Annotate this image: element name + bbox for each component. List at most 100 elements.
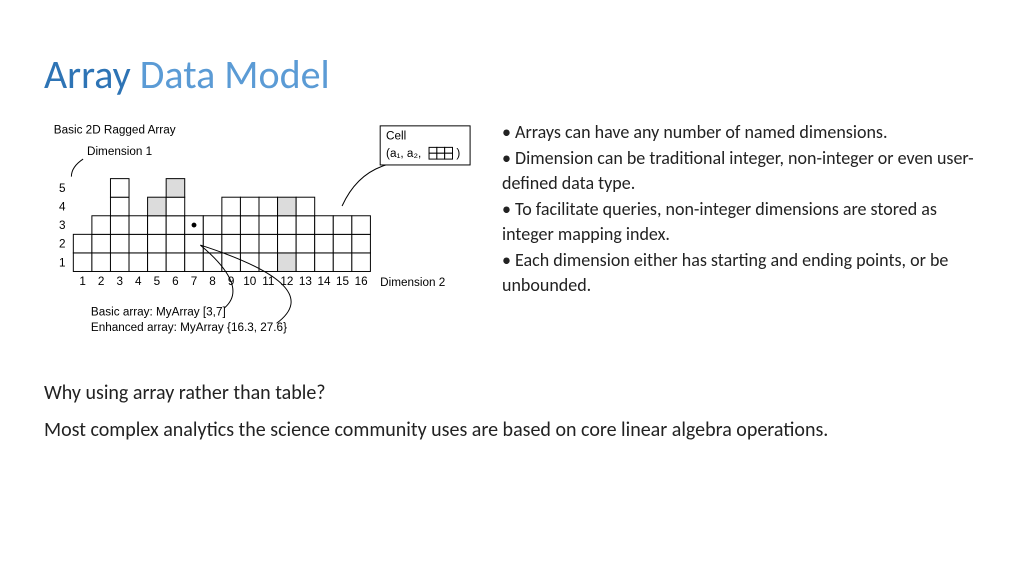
content-row: Basic 2D Ragged Array Dimension 1 Cell (…	[44, 120, 980, 364]
grid-cell	[166, 197, 185, 216]
bullet-text: Each dimension either has starting and e…	[502, 249, 948, 297]
grid-cell	[259, 253, 278, 272]
x-tick: 6	[172, 275, 179, 288]
cell-legend-coords: (a₁, a₂,	[386, 147, 421, 160]
grid-cell	[129, 216, 148, 235]
x-tick: 5	[154, 275, 161, 288]
grid-cell	[166, 216, 185, 235]
diagram-footer-1: Basic array: MyArray [3,7]	[91, 305, 226, 318]
diagram-footer-2: Enhanced array: MyArray {16.3, 27.6}	[91, 321, 287, 334]
grid-cell	[148, 216, 167, 235]
slide-title: Array Data Model	[44, 52, 980, 98]
grid-cell	[166, 179, 185, 198]
grid-cell	[315, 234, 334, 253]
x-ticks: 12345678910111213141516	[79, 275, 367, 288]
grid-cell	[259, 216, 278, 235]
diagram-svg: Basic 2D Ragged Array Dimension 1 Cell (…	[44, 120, 474, 364]
y-tick: 1	[59, 256, 66, 269]
grid-cell	[278, 197, 297, 216]
diagram-header: Basic 2D Ragged Array	[54, 124, 176, 137]
grid-cell	[333, 253, 352, 272]
x-tick: 16	[355, 275, 368, 288]
grid-cell	[315, 216, 334, 235]
qa-block: Why using array rather than table? Most …	[44, 380, 980, 444]
grid-cell	[185, 234, 204, 253]
grid-cell	[278, 253, 297, 272]
title-emphasis-2: Data Model	[131, 50, 330, 99]
grid-cell	[129, 253, 148, 272]
grid-cell	[222, 216, 241, 235]
x-tick: 2	[98, 275, 105, 288]
slide: Array Data Model Basic 2D Ragged Array D…	[0, 0, 1024, 576]
bullet-item: • Dimension can be traditional integer, …	[502, 146, 980, 197]
grid-cell	[222, 197, 241, 216]
x-tick: 15	[336, 275, 350, 288]
grid-cell	[333, 216, 352, 235]
bullet-list: • Arrays can have any number of named di…	[502, 120, 980, 299]
grid-cell	[148, 234, 167, 253]
cell-legend-pointer	[342, 165, 386, 206]
grid-cell	[92, 216, 111, 235]
grid-cell	[296, 234, 315, 253]
diagram: Basic 2D Ragged Array Dimension 1 Cell (…	[44, 120, 474, 364]
x-tick: 1	[79, 275, 86, 288]
grid-cell	[148, 197, 167, 216]
bullet-item: • Each dimension either has starting and…	[502, 248, 980, 299]
bullet-text: To facilitate queries, non-integer dimen…	[502, 198, 937, 246]
grid-cell	[73, 253, 92, 272]
grid-cell	[203, 216, 222, 235]
x-tick: 7	[191, 275, 198, 288]
bullet-item: • Arrays can have any number of named di…	[502, 120, 980, 146]
bullet-text: Arrays can have any number of named dime…	[515, 121, 887, 143]
cell-legend: Cell (a₁, a₂, )	[342, 126, 470, 206]
x-tick: 13	[299, 275, 312, 288]
grid-cell	[110, 179, 129, 198]
grid-cell	[259, 234, 278, 253]
grid-cell	[278, 216, 297, 235]
ragged-grid	[73, 179, 370, 272]
grid-cell	[73, 234, 92, 253]
grid-cell	[352, 253, 371, 272]
x-tick: 14	[317, 275, 331, 288]
grid-cell	[259, 197, 278, 216]
qa-answer: Most complex analytics the science commu…	[44, 417, 980, 444]
grid-cell	[110, 253, 129, 272]
y-tick: 2	[59, 238, 66, 251]
title-emphasis-1: Array	[44, 50, 131, 99]
x-tick: 8	[209, 275, 216, 288]
cell-legend-tail: )	[456, 147, 460, 160]
grid-cell	[185, 253, 204, 272]
grid-cell	[278, 234, 297, 253]
dim1-pointer	[71, 159, 83, 177]
bullet-text: Dimension can be traditional integer, no…	[502, 147, 974, 195]
grid-cell	[148, 253, 167, 272]
grid-cell	[92, 234, 111, 253]
grid-cell	[129, 234, 148, 253]
grid-cell	[296, 197, 315, 216]
grid-cell	[92, 253, 111, 272]
pointer-dot	[192, 223, 197, 228]
grid-cell	[110, 216, 129, 235]
grid-cell	[240, 253, 259, 272]
bullet-item: • To facilitate queries, non-integer dim…	[502, 197, 980, 248]
grid-cell	[222, 234, 241, 253]
grid-cell	[240, 234, 259, 253]
y-tick: 5	[59, 182, 66, 195]
grid-cell	[110, 234, 129, 253]
x-tick: 4	[135, 275, 142, 288]
grid-cell	[240, 216, 259, 235]
qa-question: Why using array rather than table?	[44, 380, 980, 407]
grid-cell	[240, 197, 259, 216]
grid-cell	[352, 216, 371, 235]
y-tick: 4	[59, 201, 66, 214]
cell-legend-title: Cell	[386, 130, 406, 143]
cell-legend-grid-icon	[429, 147, 452, 159]
grid-cell	[110, 197, 129, 216]
dim2-label: Dimension 2	[380, 276, 445, 289]
dim1-label: Dimension 1	[87, 145, 152, 158]
x-tick: 12	[280, 275, 293, 288]
x-tick: 10	[243, 275, 257, 288]
y-ticks: 12345	[59, 182, 66, 269]
grid-cell	[315, 253, 334, 272]
grid-cell	[166, 234, 185, 253]
